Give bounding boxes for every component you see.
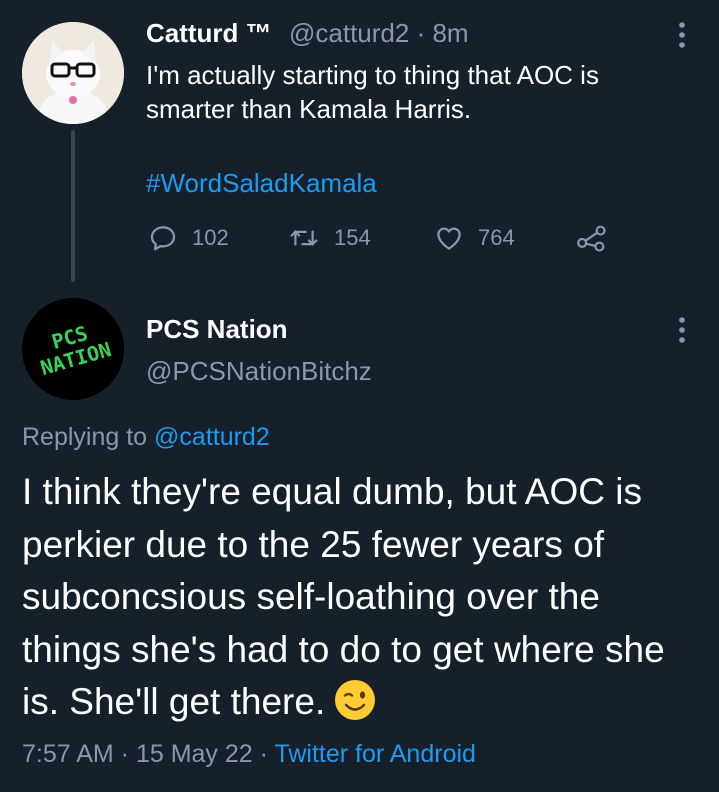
share-button[interactable]	[576, 222, 608, 254]
replying-to-link[interactable]: @catturd2	[154, 423, 270, 451]
pcs-nation-logo: PCS NATION	[22, 298, 124, 400]
cat-with-glasses-icon	[22, 22, 124, 124]
thread-connector-line	[71, 130, 75, 282]
source-link[interactable]: Twitter for Android	[274, 740, 475, 768]
reply-display-name[interactable]: PCS Nation	[146, 314, 288, 345]
tweet-meta: 7:57 AM · 15 May 22 · Twitter for Androi…	[22, 740, 476, 769]
parent-tweet-text: I'm actually starting to thing that AOC …	[146, 60, 599, 124]
hashtag-link[interactable]: #WordSaladKamala	[146, 168, 377, 199]
replying-prefix: Replying to	[22, 423, 155, 451]
reply-button[interactable]: 102	[148, 222, 229, 254]
retweet-count: 154	[334, 225, 371, 250]
more-vertical-icon	[679, 317, 685, 343]
catturd-avatar[interactable]	[22, 22, 124, 124]
timestamp[interactable]: 7:57 AM · 15 May 22 ·	[22, 740, 274, 768]
reply-tweet-text-block: I think they're equal dumb, but AOC is p…	[22, 466, 702, 737]
parent-handle-time[interactable]: @catturd2 · 8m	[289, 18, 469, 49]
pcs-nation-avatar[interactable]: PCS NATION	[22, 298, 124, 400]
parent-display-name[interactable]: Catturd ™	[146, 18, 272, 49]
parent-more-button[interactable]	[672, 20, 692, 50]
reply-icon	[150, 226, 176, 251]
share-icon	[577, 225, 606, 252]
replying-to-line: Replying to @catturd2	[22, 423, 270, 452]
like-count: 764	[478, 225, 515, 250]
reply-count: 102	[192, 225, 229, 250]
retweet-button[interactable]: 154	[288, 222, 371, 254]
more-vertical-icon	[679, 22, 685, 48]
heart-icon	[437, 227, 461, 250]
retweet-icon	[290, 230, 318, 246]
reply-more-button[interactable]	[672, 315, 692, 345]
like-button[interactable]: 764	[434, 222, 515, 254]
winking-face-icon	[333, 678, 377, 737]
reply-handle[interactable]: @PCSNationBitchz	[146, 356, 372, 387]
